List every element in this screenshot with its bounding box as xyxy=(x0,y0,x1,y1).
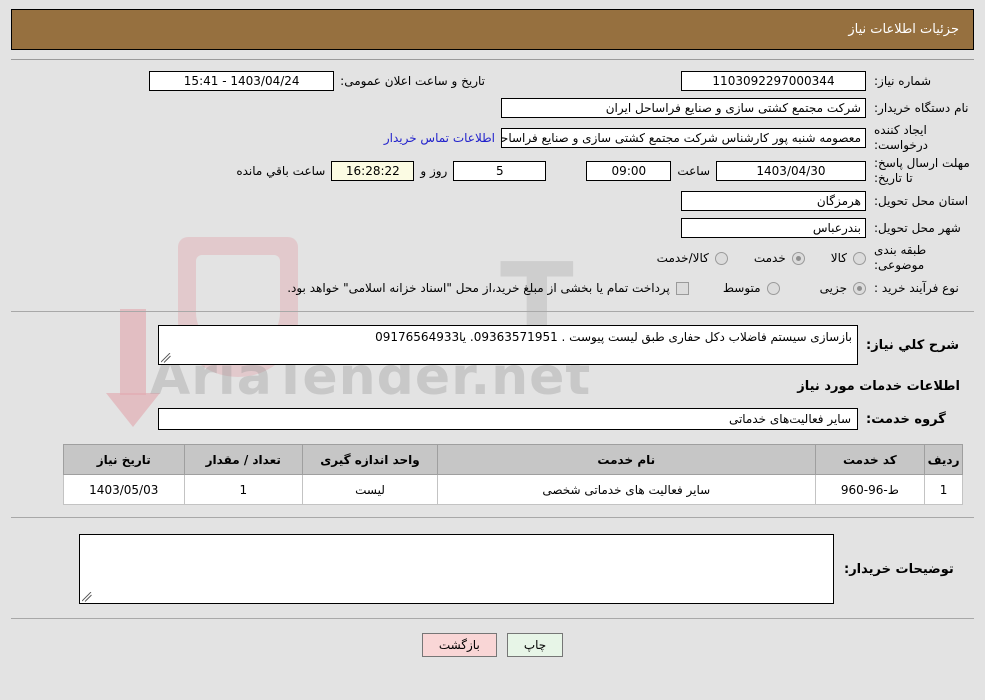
buyer-comments-textarea[interactable] xyxy=(79,534,834,604)
row-service-group: گروه خدمت: سایر فعالیت‌های خدماتی xyxy=(11,408,974,430)
radio-icon-jozee[interactable] xyxy=(853,281,866,295)
row-buyer-org: نام دستگاه خریدار: شرکت مجتمع کشتی سازی … xyxy=(11,96,974,120)
requester-label: ایجاد کننده درخواست: xyxy=(874,123,928,152)
need-details-panel: شماره نیاز: 1103092297000344 تاریخ و ساع… xyxy=(11,59,974,312)
row-description: شرح کلي نیاز: بازسازی سیستم فاضلاب دکل ح… xyxy=(11,325,974,365)
row-city: شهر محل تحویل: بندرعباس xyxy=(11,216,974,240)
remaining-days-label: روز و xyxy=(420,164,448,178)
description-value: بازسازی سیستم فاضلاب دکل حفاری طبق لیست … xyxy=(375,330,852,344)
need-number-label: شماره نیاز: xyxy=(874,73,931,88)
deadline-hour-label: ساعت xyxy=(677,164,710,178)
deadline-time-value: 09:00 xyxy=(586,161,672,181)
print-button[interactable]: چاپ xyxy=(506,633,564,657)
page-title-bar: جزئیات اطلاعات نیاز xyxy=(11,9,974,50)
province-value: هرمزگان xyxy=(681,191,866,211)
resize-grip-icon[interactable] xyxy=(161,353,171,363)
treasury-checkbox-label: پرداخت تمام یا بخشی از مبلغ خرید،از محل … xyxy=(287,281,670,295)
radio-icon-khedmat[interactable] xyxy=(791,251,805,265)
cell-qty: 1 xyxy=(183,474,304,505)
back-button[interactable]: بازگشت xyxy=(421,633,497,657)
cell-name: سایر فعالیت های خدماتی شخصی xyxy=(436,474,816,505)
buyer-org-value: شرکت مجتمع کشتی سازی و صنایع فراساحل ایر… xyxy=(501,98,866,118)
process-label: نوع فرآیند خرید : xyxy=(874,280,959,295)
row-category: طبقه بندی موضوعی: کالا خدمت کالا/خدمت xyxy=(11,243,974,273)
buyer-comments-label: توضیحات خریدار: xyxy=(844,561,954,577)
category-option-kala-label: کالا xyxy=(830,251,847,265)
category-radio-group: کالا خدمت کالا/خدمت xyxy=(631,251,866,265)
process-option-jozee-label: جزیی xyxy=(819,281,847,295)
requester-value: معصومه شنبه پور کارشناس شرکت مجتمع کشتی … xyxy=(501,128,866,148)
treasury-checkbox[interactable] xyxy=(675,281,689,295)
row-need-number: شماره نیاز: 1103092297000344 تاریخ و ساع… xyxy=(11,69,974,93)
row-deadline: مهلت ارسال پاسخ: تا تاریخ: 1403/04/30 سا… xyxy=(11,156,974,186)
city-value: بندرعباس xyxy=(681,218,866,238)
col-need-date: تاریخ نیاز xyxy=(63,444,185,475)
services-table: ردیف کد خدمت نام خدمت واحد اندازه گیری ت… xyxy=(63,444,963,505)
cell-unit: لیست xyxy=(302,474,438,505)
category-option-khedmat-label: خدمت xyxy=(753,251,786,265)
col-code: کد خدمت xyxy=(814,444,926,475)
remaining-countdown-label: ساعت باقي مانده xyxy=(236,164,326,178)
process-radio-group: جزیی متوسط پرداخت تمام یا بخشی از مبلغ خ… xyxy=(261,281,866,295)
remaining-days-value: 5 xyxy=(453,161,547,181)
cell-need-date: 1403/05/03 xyxy=(63,474,185,505)
col-unit: واحد اندازه گیری xyxy=(302,444,438,475)
process-option-motevaset[interactable]: متوسط xyxy=(723,281,780,295)
buyer-org-label: نام دستگاه خریدار: xyxy=(874,100,969,115)
process-option-motevaset-label: متوسط xyxy=(722,281,761,295)
page-title: جزئیات اطلاعات نیاز xyxy=(848,22,959,37)
table-row: 1 ط-96-960 سایر فعالیت های خدماتی شخصی ل… xyxy=(63,474,963,505)
resize-grip-icon-comments[interactable] xyxy=(82,592,92,602)
deadline-label: مهلت ارسال پاسخ: تا تاریخ: xyxy=(874,156,970,185)
col-qty: تعداد / مقدار xyxy=(183,444,304,475)
radio-icon-kala-khedmat[interactable] xyxy=(714,251,728,265)
page-root: جزئیات اطلاعات نیاز شماره نیاز: 11030922… xyxy=(0,9,985,657)
category-option-kala[interactable]: کالا xyxy=(831,251,866,265)
cell-radif: 1 xyxy=(924,474,963,505)
buyer-comments-row: توضیحات خریدار: xyxy=(11,534,974,619)
row-province: استان محل تحویل: هرمزگان xyxy=(11,189,974,213)
description-textarea[interactable]: بازسازی سیستم فاضلاب دکل حفاری طبق لیست … xyxy=(158,325,858,365)
description-services-panel: شرح کلي نیاز: بازسازی سیستم فاضلاب دکل ح… xyxy=(11,312,974,518)
table-header-row: ردیف کد خدمت نام خدمت واحد اندازه گیری ت… xyxy=(63,444,963,475)
buyer-contact-link[interactable]: اطلاعات تماس خریدار xyxy=(378,131,501,145)
category-label: طبقه بندی موضوعی: xyxy=(874,243,927,272)
radio-icon-kala[interactable] xyxy=(853,251,866,265)
category-option-khedmat[interactable]: خدمت xyxy=(754,251,805,265)
treasury-checkbox-item[interactable]: پرداخت تمام یا بخشی از مبلغ خرید،از محل … xyxy=(287,281,689,295)
category-option-kala-khedmat[interactable]: کالا/خدمت xyxy=(657,251,728,265)
deadline-date-value: 1403/04/30 xyxy=(716,161,866,181)
city-label: شهر محل تحویل: xyxy=(874,220,961,235)
public-announce-label: تاریخ و ساعت اعلان عمومی: xyxy=(340,74,485,88)
col-name: نام خدمت xyxy=(436,444,816,475)
remaining-countdown-value: 16:28:22 xyxy=(331,161,415,181)
col-radif: ردیف xyxy=(924,444,963,475)
service-group-label: گروه خدمت: xyxy=(866,411,946,427)
category-option-kala-khedmat-label: کالا/خدمت xyxy=(656,251,709,265)
description-label: شرح کلي نیاز: xyxy=(866,337,960,353)
row-process-type: نوع فرآیند خرید : جزیی متوسط پرداخت تمام… xyxy=(11,276,974,300)
public-announce-value: 1403/04/24 - 15:41 xyxy=(149,71,335,91)
services-section-title: اطلاعات خدمات مورد نیاز xyxy=(797,379,960,394)
radio-icon-motevaset[interactable] xyxy=(766,281,780,295)
process-option-jozee[interactable]: جزیی xyxy=(820,281,866,295)
province-label: استان محل تحویل: xyxy=(874,193,969,208)
footer-actions: چاپ بازگشت xyxy=(0,633,985,657)
need-number-value: 1103092297000344 xyxy=(681,71,866,91)
row-requester: ایجاد کننده درخواست: معصومه شنبه پور کار… xyxy=(11,123,974,153)
cell-code: ط-96-960 xyxy=(814,474,926,505)
service-group-value: سایر فعالیت‌های خدماتی xyxy=(158,408,858,430)
